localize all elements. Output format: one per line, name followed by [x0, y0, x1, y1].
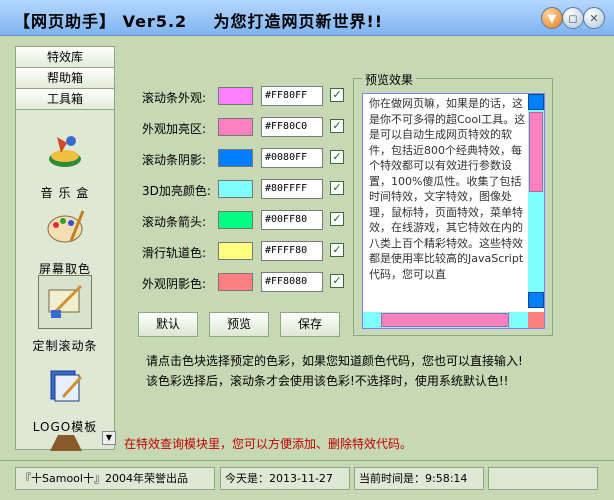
tool-music-box[interactable]: 音 乐 盒	[16, 129, 114, 201]
enable-checkbox[interactable]: ✓	[330, 119, 344, 133]
hex-input[interactable]: #FF80C0	[261, 117, 323, 137]
vertical-scroll-thumb[interactable]	[529, 112, 543, 192]
color-swatch[interactable]	[218, 211, 253, 229]
tool-label: 音 乐 盒	[40, 186, 90, 200]
color-row-label: 滚动条箭头:	[142, 215, 207, 229]
hex-input[interactable]: #0080FF	[261, 148, 323, 168]
preview-vertical-scrollbar[interactable]	[528, 94, 544, 308]
sidebar: 特效库 帮助箱 工具箱 音 乐 盒 屏幕取色 定制滚动条 LOGO模板 ▼	[15, 46, 116, 451]
hex-input[interactable]: #FFFF80	[261, 241, 323, 261]
partial-tool-icon	[50, 435, 82, 451]
hint-line-1: 请点击色块选择预定的色彩，如果您知道颜色代码，您也可以直接输入!	[146, 354, 523, 368]
music-box-icon	[49, 136, 81, 167]
color-row-label: 外观阴影色:	[142, 277, 207, 291]
tool-custom-scrollbar[interactable]: 定制滚动条	[16, 275, 114, 354]
current-time: 当前时间是：9:58:14	[354, 467, 484, 490]
color-row-arrow: 滚动条箭头: #00FF80 ✓	[124, 210, 354, 232]
color-row-label: 外观加亮区:	[142, 122, 207, 136]
color-row-label: 滚动条外观:	[142, 91, 207, 105]
enable-checkbox[interactable]: ✓	[330, 243, 344, 257]
color-swatch[interactable]	[218, 118, 253, 136]
color-row-label: 滑行轨道色:	[142, 246, 207, 260]
hex-input[interactable]: #FF8080	[261, 272, 323, 292]
color-row-shadow: 滚动条阴影: #0080FF ✓	[124, 148, 354, 170]
color-row-highlight: 外观加亮区: #FF80C0 ✓	[124, 117, 354, 139]
color-row-track: 滑行轨道色: #FFFF80 ✓	[124, 241, 354, 263]
hex-input[interactable]: #FF80FF	[261, 86, 323, 106]
color-swatch[interactable]	[218, 273, 253, 291]
minimize-button[interactable]: ▼	[541, 7, 563, 29]
status-message: 在特效查询模块里，您可以方便添加、删除特效代码。	[124, 437, 413, 451]
hex-input[interactable]: #80FFFF	[261, 179, 323, 199]
preview-button[interactable]: 预览	[209, 312, 269, 337]
enable-checkbox[interactable]: ✓	[330, 212, 344, 226]
scrollbar-corner	[528, 312, 544, 328]
maximize-button[interactable]: ◻	[562, 7, 584, 29]
color-picker-icon	[47, 210, 85, 243]
save-button[interactable]: 保存	[280, 312, 340, 337]
color-row-label: 滚动条阴影:	[142, 153, 207, 167]
logo-template-icon	[50, 370, 83, 402]
tab-toolbox[interactable]: 工具箱	[16, 89, 114, 110]
enable-checkbox[interactable]: ✓	[330, 274, 344, 288]
preview-group: 预览效果 你在做网页嘛，如果是的话，这是你不可多得的超Cool工具。这是可以自动…	[353, 71, 553, 336]
enable-checkbox[interactable]: ✓	[330, 181, 344, 195]
tool-logo-template[interactable]: LOGO模板	[16, 363, 114, 435]
maximize-icon: ◻	[568, 11, 578, 25]
chevron-down-icon: ▼	[547, 11, 557, 25]
status-cell-empty	[488, 467, 598, 490]
scrollbar-icon	[48, 284, 83, 318]
hex-input[interactable]: #00FF80	[261, 210, 323, 230]
preview-horizontal-scrollbar[interactable]	[363, 312, 529, 328]
tool-screen-color-picker[interactable]: 屏幕取色	[16, 205, 114, 277]
color-row-face: 滚动条外观: #FF80FF ✓	[124, 86, 354, 108]
color-swatch[interactable]	[218, 87, 253, 105]
hint-line-2: 该色彩选择后，滚动条才会使用该色彩!不选择时，使用系统默认色!!	[146, 374, 509, 388]
credit-text: 『十Samool十』2004年荣誉出品	[15, 467, 215, 490]
default-button[interactable]: 默认	[138, 312, 198, 337]
chevron-down-icon: ▼	[105, 433, 113, 442]
scroll-down-arrow[interactable]	[528, 292, 544, 308]
color-swatch[interactable]	[218, 180, 253, 198]
today-date: 今天是：2013-11-27	[220, 467, 350, 490]
scroll-up-arrow[interactable]	[528, 94, 544, 110]
tool-label: 定制滚动条	[32, 339, 98, 353]
sidebar-scroll-down-button[interactable]: ▼	[102, 431, 116, 445]
color-swatch[interactable]	[218, 242, 253, 260]
horizontal-scroll-thumb[interactable]	[381, 313, 509, 327]
window-title: 【网页助手】 Ver5.2 为您打造网页新世界!!	[14, 12, 384, 31]
enable-checkbox[interactable]: ✓	[330, 88, 344, 102]
tab-help-box[interactable]: 帮助箱	[16, 68, 114, 89]
close-icon: ✕	[589, 11, 599, 25]
preview-box: 你在做网页嘛，如果是的话，这是你不可多得的超Cool工具。这是可以自动生成网页特…	[362, 93, 545, 329]
color-row-3d-light: 3D加亮颜色: #80FFFF ✓	[124, 179, 354, 201]
tab-effects-library[interactable]: 特效库	[16, 47, 114, 68]
close-button[interactable]: ✕	[583, 7, 605, 29]
color-swatch[interactable]	[218, 149, 253, 167]
title-bar: 【网页助手】 Ver5.2 为您打造网页新世界!! ▼ ◻ ✕	[0, 0, 614, 36]
preview-text: 你在做网页嘛，如果是的话，这是你不可多得的超Cool工具。这是可以自动生成网页特…	[369, 97, 526, 281]
enable-checkbox[interactable]: ✓	[330, 150, 344, 164]
active-tool-frame	[38, 275, 92, 329]
color-row-label: 3D加亮颜色:	[142, 184, 211, 198]
preview-title: 预览效果	[362, 71, 417, 88]
status-bar: 『十Samool十』2004年荣誉出品 今天是：2013-11-27 当前时间是…	[0, 460, 614, 500]
color-row-dark-shadow: 外观阴影色: #FF8080 ✓	[124, 272, 354, 294]
